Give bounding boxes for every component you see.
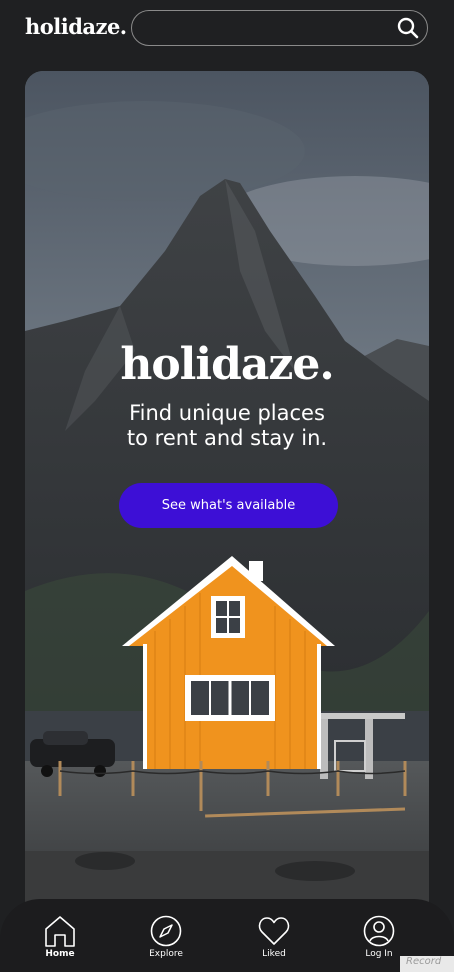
nav-item-explore[interactable]: Explore [136, 915, 196, 959]
top-bar: holidaze. [0, 0, 454, 60]
heart-icon [258, 917, 290, 945]
see-available-button[interactable]: See what's available [119, 483, 338, 528]
nav-item-login[interactable]: Log In [349, 915, 409, 959]
compass-icon [150, 915, 182, 947]
nav-label-explore: Explore [149, 949, 183, 959]
hero-logo: holidaze. [120, 339, 334, 390]
nav-item-liked[interactable]: Liked [244, 915, 304, 959]
nav-label-home: Home [45, 949, 75, 959]
brand-logo[interactable]: holidaze. [25, 14, 127, 39]
search-input[interactable] [144, 17, 388, 41]
user-icon [363, 915, 395, 947]
nav-item-home[interactable]: Home [30, 915, 90, 959]
recorder-overlay: Record [400, 956, 454, 972]
bottom-nav: Home Explore Liked Log In [0, 899, 454, 972]
tagline-line-2: to rent and stay in. [126, 426, 328, 450]
search-icon[interactable] [397, 17, 419, 39]
hero-banner: holidaze. Find unique places to rent and… [25, 71, 429, 951]
hero-tagline: Find unique places to rent and stay in. [25, 401, 429, 451]
tagline-line-1: Find unique places [129, 401, 325, 425]
search-bar[interactable] [131, 10, 428, 46]
nav-label-liked: Liked [262, 949, 286, 959]
home-icon [45, 916, 75, 947]
